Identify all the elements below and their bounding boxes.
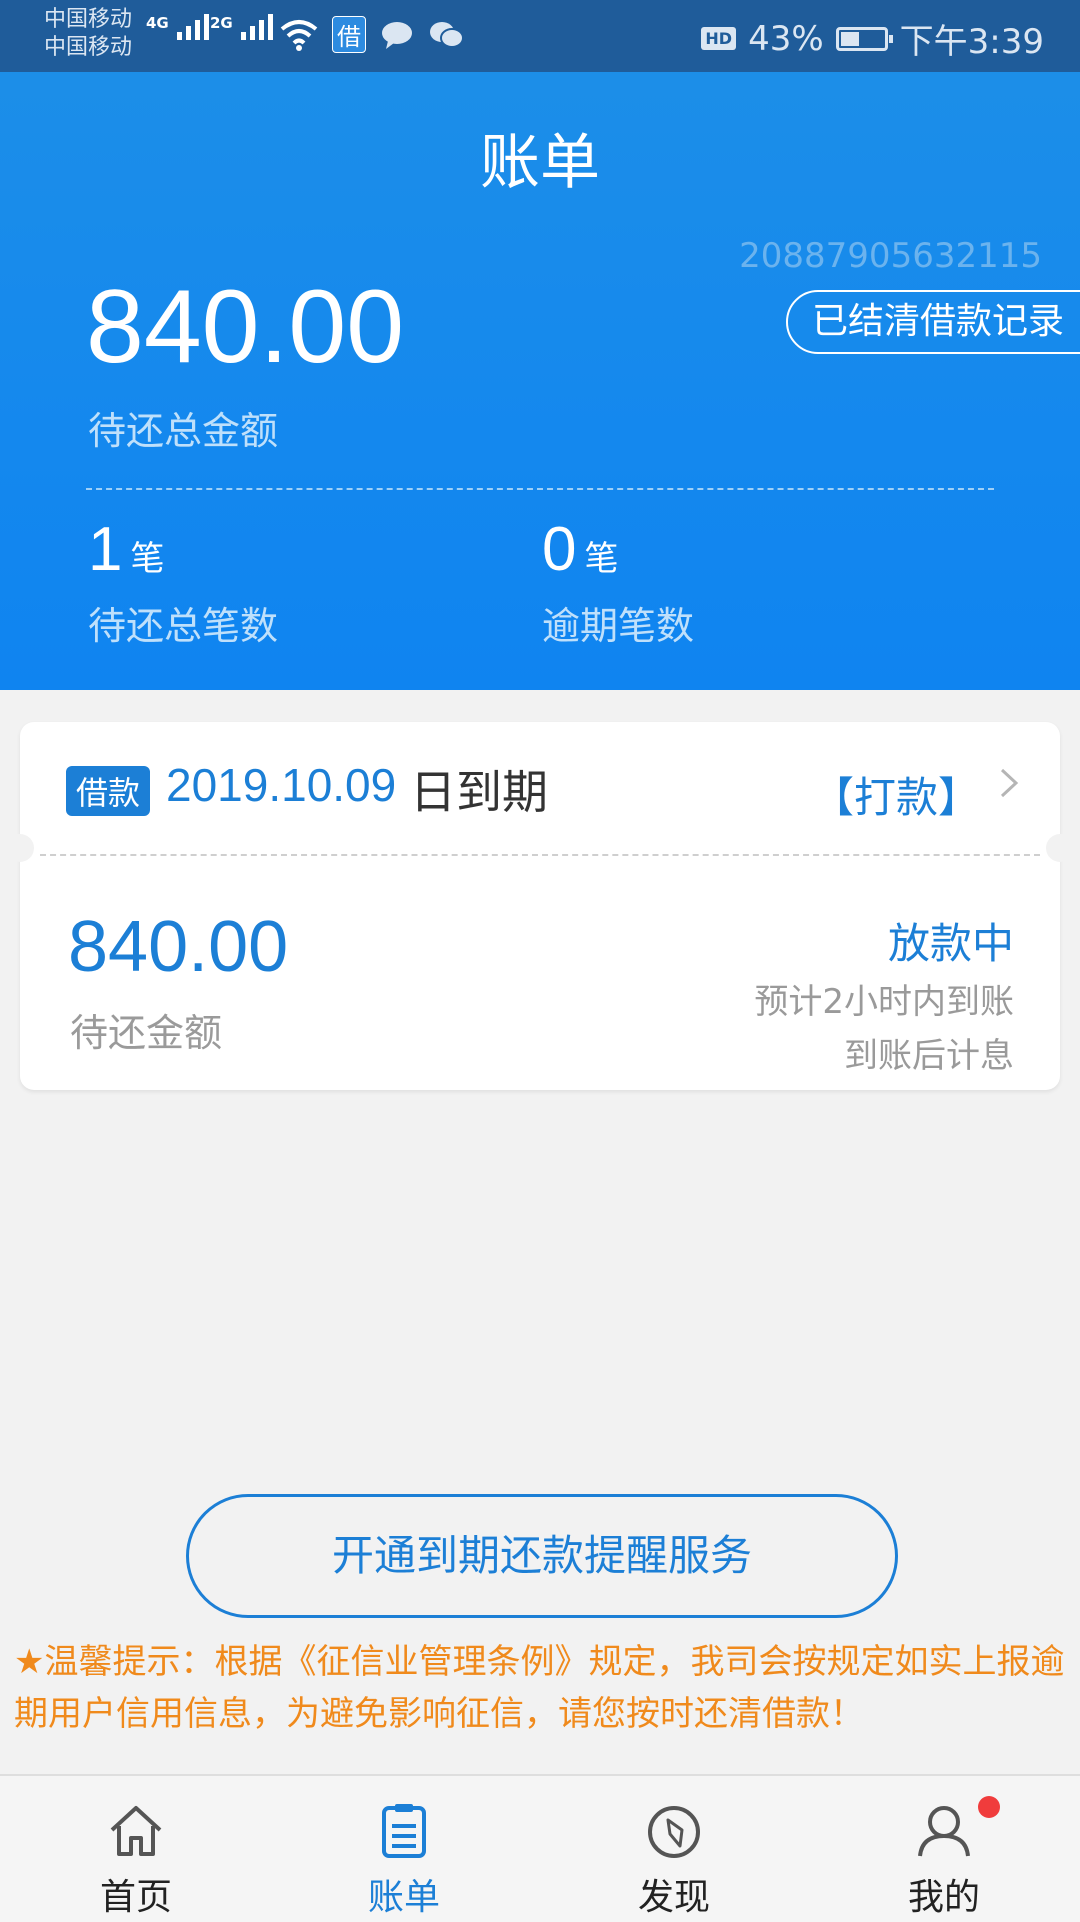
status-bar: 中国移动 中国移动 4G 2G 借 HD 43% 下午3:39	[0, 0, 1080, 72]
wifi-icon	[280, 19, 318, 51]
chevron-right-icon[interactable]	[994, 768, 1024, 798]
clock: 下午3:39	[899, 22, 1044, 62]
pending-label: 待还总笔数	[88, 604, 279, 648]
battery-percent: 43%	[748, 18, 824, 59]
status-right: HD 43% 下午3:39	[701, 14, 1044, 63]
due-suffix: 日到期	[410, 765, 548, 819]
bottom-nav: 首页 账单 发现 我的	[0, 1774, 1080, 1922]
battery-icon	[835, 26, 893, 51]
nav-home[interactable]: 首页	[36, 1776, 236, 1922]
bill-header: 账单 20887905632115 已结清借款记录 840.00 待还总金额 1…	[0, 72, 1080, 690]
interest-note: 到账后计息	[844, 1036, 1014, 1076]
header-divider	[86, 488, 994, 490]
settled-records-button[interactable]: 已结清借款记录	[785, 290, 1080, 354]
nav-bill[interactable]: 账单	[304, 1776, 504, 1922]
page-title: 账单	[480, 128, 600, 198]
notification-icons: 借	[280, 16, 464, 53]
nav-discover[interactable]: 发现	[574, 1776, 774, 1922]
nav-discover-label: 发现	[637, 1877, 710, 1918]
transfer-action[interactable]: 【打款】	[812, 764, 980, 825]
pending-count: 1	[88, 515, 123, 584]
user-icon	[918, 1806, 970, 1857]
loan-status: 放款中	[887, 919, 1014, 968]
loan-card[interactable]: 借款 2019.10.09 日到期 【打款】 840.00 待还金额 放款中 预…	[20, 722, 1060, 1090]
nav-mine-label: 我的	[907, 1877, 980, 1918]
nav-home-label: 首页	[99, 1877, 172, 1918]
overdue-label: 逾期笔数	[542, 604, 695, 648]
wechat-icon	[430, 21, 464, 48]
loan-amount-label: 待还金额	[70, 1011, 223, 1055]
network-1-label: 4G	[146, 14, 169, 32]
loan-tag: 借款	[66, 766, 151, 816]
total-amount: 840.00	[86, 269, 405, 385]
card-notch-right	[1046, 834, 1074, 862]
notification-badge	[978, 1796, 1000, 1818]
credit-tip: ★温馨提示：根据《征信业管理条例》规定，我司会按规定如实上报逾期用户信用信息，为…	[14, 1642, 1065, 1734]
bill-icon	[382, 1804, 426, 1858]
signal-2-icon: 2G	[210, 14, 273, 40]
pending-count-stat: 1笔 待还总笔数	[88, 514, 278, 650]
overdue-count-stat: 0笔 逾期笔数	[542, 514, 694, 650]
overdue-count: 0	[542, 515, 577, 584]
carrier-names: 中国移动 中国移动	[44, 6, 132, 62]
nav-bill-label: 账单	[367, 1877, 440, 1918]
carrier-1: 中国移动	[44, 7, 133, 32]
pending-unit: 笔	[130, 539, 165, 579]
home-icon	[110, 1806, 162, 1856]
hd-icon: HD	[701, 27, 737, 50]
due-date: 2019.10.09	[166, 759, 397, 811]
total-amount-label: 待还总金额	[88, 409, 279, 453]
arrival-note: 预计2小时内到账	[754, 982, 1014, 1022]
message-icon	[382, 21, 412, 49]
overdue-unit: 笔	[584, 539, 619, 579]
nav-mine[interactable]: 我的	[844, 1776, 1044, 1922]
card-divider	[40, 854, 1040, 856]
card-notch-left	[6, 834, 34, 862]
carrier-2: 中国移动	[44, 35, 133, 60]
compass-icon	[648, 1806, 700, 1858]
account-number: 20887905632115	[739, 236, 1042, 276]
network-2-label: 2G	[210, 14, 233, 32]
app-notification-icon: 借	[332, 16, 366, 53]
signal-1-icon: 4G	[146, 14, 209, 40]
loan-amount: 840.00	[68, 907, 289, 987]
repayment-reminder-button[interactable]: 开通到期还款提醒服务	[186, 1494, 898, 1618]
